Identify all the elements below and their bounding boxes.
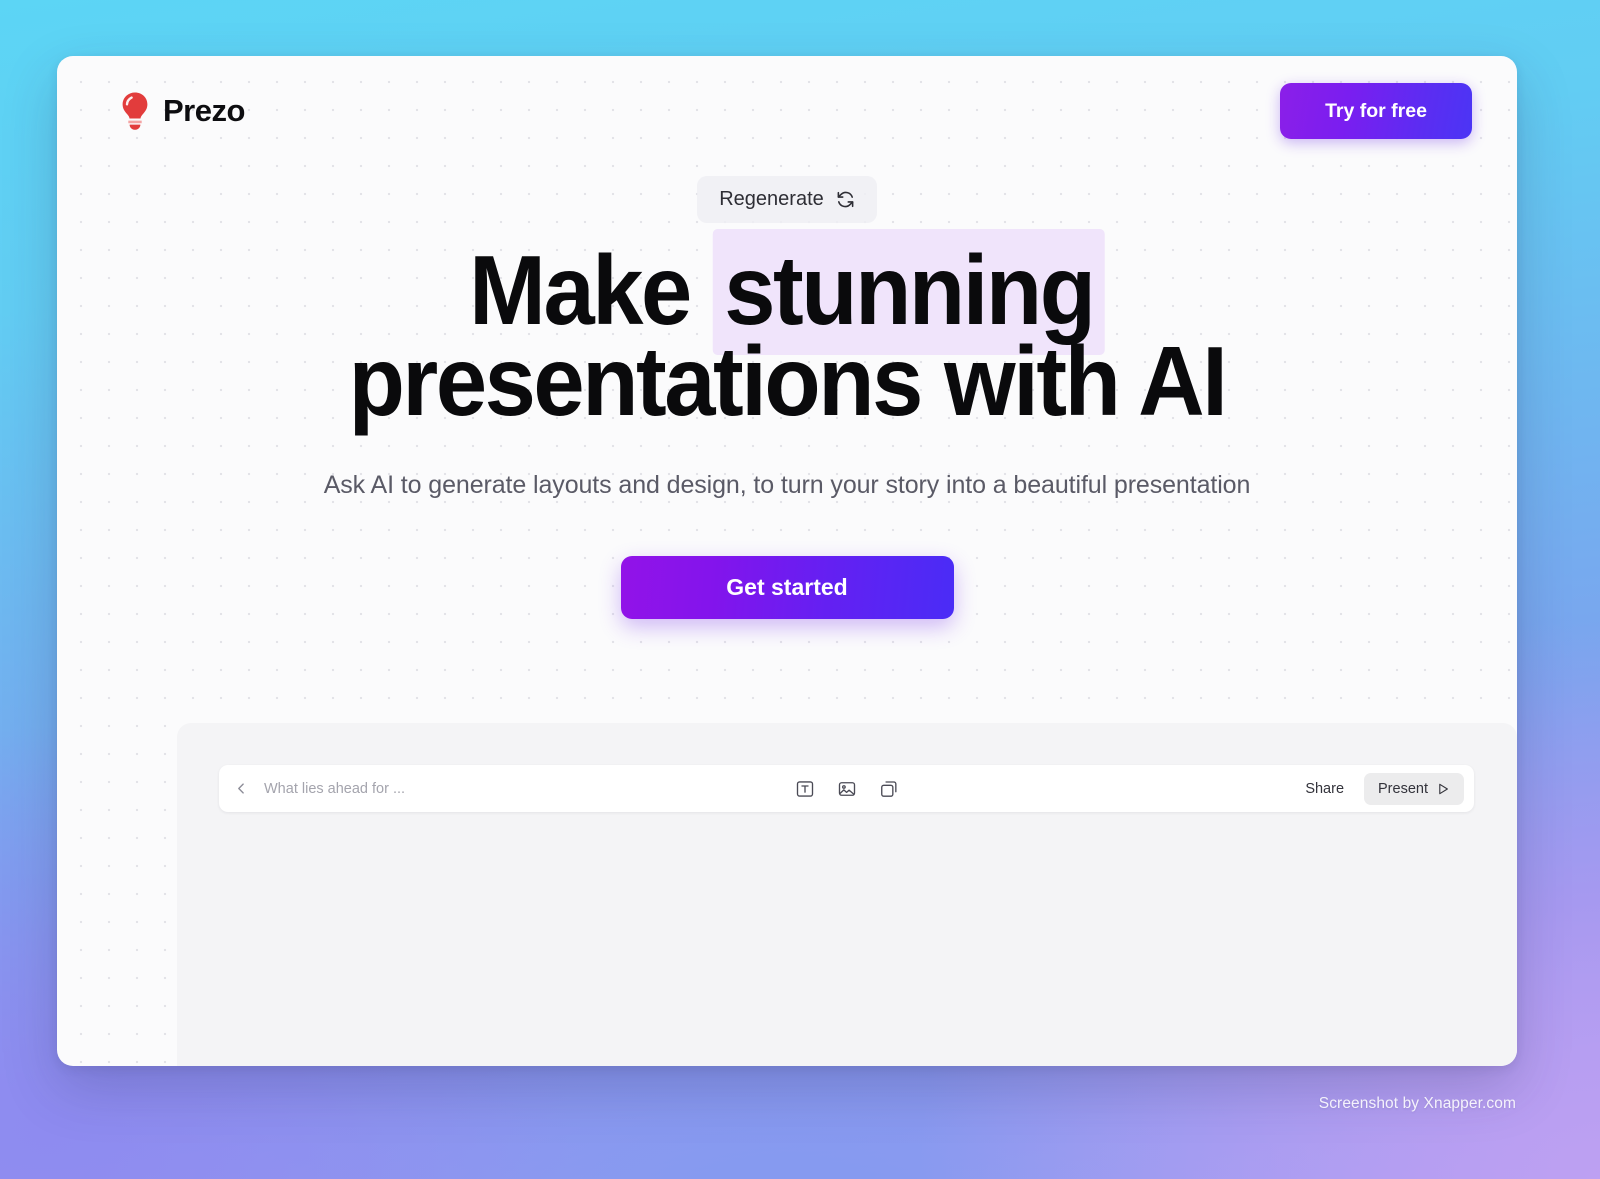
- shape-icon[interactable]: [878, 778, 900, 800]
- editor-preview-panel: What lies ahead for ... Share Present: [177, 723, 1517, 1066]
- regenerate-button[interactable]: Regenerate: [697, 176, 877, 223]
- get-started-button[interactable]: Get started: [620, 556, 954, 620]
- try-for-free-button[interactable]: Try for free: [1280, 83, 1472, 139]
- regenerate-label: Regenerate: [719, 188, 824, 210]
- toolbar-tools-group: [633, 778, 1060, 800]
- present-label: Present: [1378, 780, 1428, 797]
- brand-logo-group[interactable]: Prezo: [119, 91, 245, 131]
- site-header: Prezo Try for free: [57, 56, 1517, 166]
- page-title: Make stunning presentations with AI: [101, 229, 1473, 430]
- hero-subtitle: Ask AI to generate layouts and design, t…: [323, 471, 1251, 500]
- play-icon: [1436, 782, 1450, 796]
- refresh-icon: [836, 190, 855, 209]
- lightbulb-icon: [119, 91, 151, 131]
- chevron-left-icon[interactable]: [235, 782, 248, 795]
- brand-name: Prezo: [163, 93, 245, 128]
- text-box-icon[interactable]: [794, 778, 816, 800]
- headline-line-2: presentations with AI: [348, 326, 1228, 437]
- hero-cta-wrapper: Get started: [57, 556, 1517, 620]
- present-button[interactable]: Present: [1364, 772, 1464, 805]
- hero-section: Regenerate Make stunning presentations w…: [57, 176, 1517, 620]
- share-button[interactable]: Share: [1291, 774, 1358, 804]
- image-icon[interactable]: [836, 778, 858, 800]
- deck-title[interactable]: What lies ahead for ...: [264, 781, 405, 797]
- app-window: Prezo Try for free Regenerate Make stunn…: [57, 56, 1517, 1066]
- editor-toolbar: What lies ahead for ... Share Present: [219, 765, 1474, 812]
- watermark: Screenshot by Xnapper.com: [1318, 1095, 1516, 1112]
- toolbar-right-group: Share Present: [1060, 772, 1474, 805]
- toolbar-left-group: What lies ahead for ...: [219, 781, 633, 797]
